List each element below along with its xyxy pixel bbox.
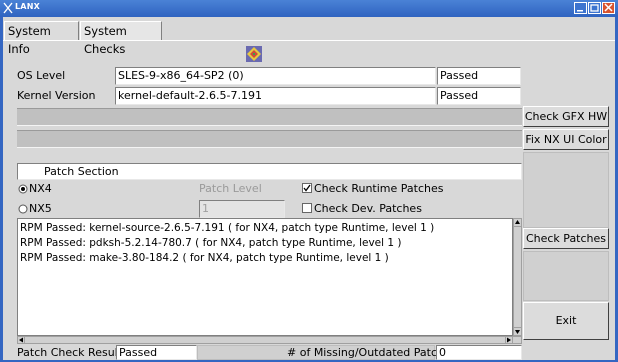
os-level-status[interactable]: Passed xyxy=(437,67,521,85)
scroll-left-arrow[interactable] xyxy=(17,336,25,344)
arrow-right-icon xyxy=(507,337,511,343)
log-line: RPM Passed: pdksh-5.2.14-780.7 ( for NX4… xyxy=(20,237,402,249)
nx4-radio[interactable] xyxy=(17,183,29,195)
check-runtime-label[interactable]: Check Runtime Patches xyxy=(314,180,444,198)
right-panel-upper xyxy=(523,152,609,228)
vertical-scrollbar[interactable] xyxy=(513,218,522,336)
os-level-field[interactable]: SLES-9-x86_64-SP2 (0) xyxy=(115,67,436,85)
check-dev-label[interactable]: Check Dev. Patches xyxy=(314,200,422,218)
maximize-button[interactable] xyxy=(588,2,601,14)
nx4-label[interactable]: NX4 xyxy=(29,180,52,198)
kernel-version-field[interactable]: kernel-default-2.6.5-7.191 xyxy=(115,87,436,105)
fix-nx-ui-color-button[interactable]: Fix NX UI Color xyxy=(523,129,609,150)
arrow-left-icon xyxy=(19,337,23,343)
log-line: RPM Passed: kernel-source-2.6.5-7.191 ( … xyxy=(20,222,435,234)
scroll-up-arrow[interactable] xyxy=(513,218,522,227)
tab-divider xyxy=(3,40,615,41)
nx5-label[interactable]: NX5 xyxy=(29,200,52,218)
close-button[interactable] xyxy=(602,2,615,14)
check-dev-checkbox[interactable] xyxy=(302,203,312,213)
close-icon xyxy=(604,3,613,12)
patch-section-label: Patch Section xyxy=(17,163,522,180)
arrow-up-icon xyxy=(515,220,520,224)
patch-level-field[interactable]: 1 xyxy=(199,200,285,218)
minimize-button[interactable] xyxy=(574,2,587,14)
nx-separator xyxy=(17,130,522,148)
missing-patches-label: # of Missing/Outdated Patches xyxy=(287,346,457,359)
arrow-down-icon xyxy=(515,330,520,334)
window-title: LANX xyxy=(15,2,40,11)
title-bar[interactable]: LANX xyxy=(0,0,618,17)
gfx-separator xyxy=(17,108,522,126)
kernel-version-label: Kernel Version xyxy=(17,89,96,102)
kernel-version-status[interactable]: Passed xyxy=(437,87,521,105)
patch-check-results-field[interactable]: Passed xyxy=(116,345,197,360)
log-line: RPM Passed: make-3.80-184.2 ( for NX4, p… xyxy=(20,252,389,264)
check-patches-button[interactable]: Check Patches xyxy=(523,228,609,249)
horizontal-scrollbar[interactable] xyxy=(17,336,522,344)
patch-level-label: Patch Level xyxy=(199,182,262,195)
exit-button[interactable]: Exit xyxy=(523,302,609,340)
minimize-icon xyxy=(577,10,583,12)
os-level-label: OS Level xyxy=(17,69,66,82)
right-panel-lower xyxy=(523,251,609,301)
scroll-right-arrow[interactable] xyxy=(505,336,513,344)
tab-system-checks[interactable]: System Checks xyxy=(80,21,162,56)
check-gfx-hw-button[interactable]: Check GFX HW xyxy=(523,106,609,127)
maximize-icon xyxy=(590,4,599,12)
patch-check-results-label: Patch Check Results xyxy=(17,346,128,359)
nx5-radio[interactable] xyxy=(17,203,29,215)
checker-icon xyxy=(246,46,262,62)
missing-patches-field[interactable]: 0 xyxy=(436,345,522,360)
tab-system-info[interactable]: System Info xyxy=(4,21,79,56)
scroll-down-arrow[interactable] xyxy=(513,327,522,336)
check-runtime-checkbox[interactable] xyxy=(302,183,312,193)
patch-log[interactable]: RPM Passed: kernel-source-2.6.5-7.191 ( … xyxy=(17,218,513,336)
lanx-logo-icon xyxy=(3,2,13,14)
